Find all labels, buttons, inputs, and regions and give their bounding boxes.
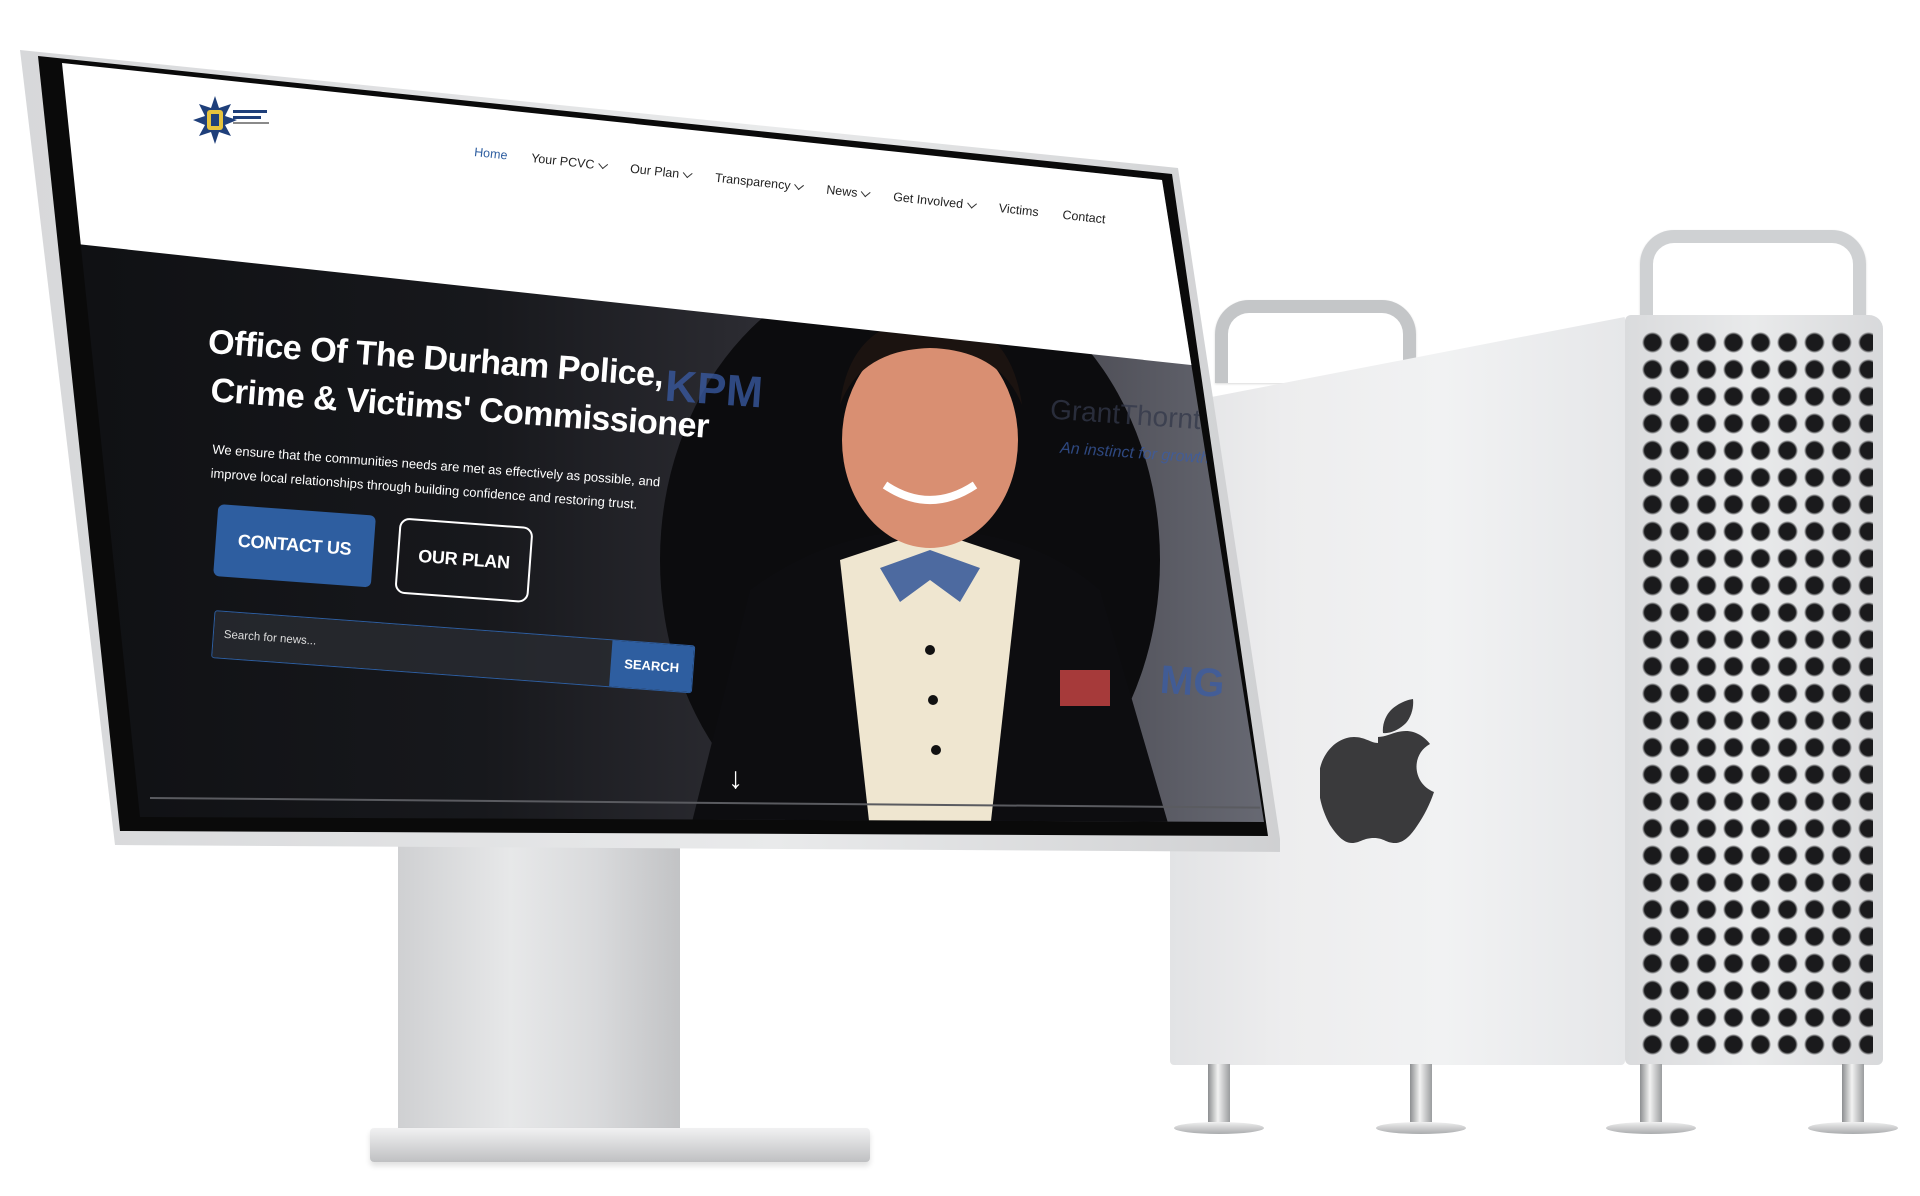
tower-foot bbox=[1376, 1064, 1466, 1134]
arrow-down-icon[interactable]: ↓ bbox=[728, 762, 743, 796]
contact-us-button[interactable]: CONTACT US bbox=[213, 503, 376, 588]
chevron-down-icon bbox=[966, 198, 977, 209]
hero-buttons: CONTACT US OUR PLAN bbox=[213, 503, 755, 619]
tower-foot bbox=[1606, 1064, 1696, 1134]
hero-content: Office Of The Durham Police, Crime & Vic… bbox=[185, 318, 768, 697]
tower-front-grille bbox=[1625, 315, 1883, 1065]
site-logo[interactable] bbox=[185, 92, 275, 160]
chevron-down-icon bbox=[598, 159, 608, 170]
monitor-stand-base bbox=[370, 1128, 870, 1162]
search-button[interactable]: SEARCH bbox=[609, 639, 695, 692]
monitor-stand bbox=[398, 820, 680, 1140]
backdrop-logo-kpmg-right: MG bbox=[1158, 657, 1226, 707]
chevron-down-icon bbox=[861, 187, 871, 198]
chevron-down-icon bbox=[794, 180, 805, 191]
hero-subtitle: We ensure that the communities needs are… bbox=[210, 441, 661, 512]
our-plan-button[interactable]: OUR PLAN bbox=[394, 517, 534, 603]
apple-logo-icon bbox=[1320, 699, 1434, 843]
tower-foot bbox=[1808, 1064, 1898, 1134]
chevron-down-icon bbox=[682, 168, 693, 179]
tower-foot bbox=[1174, 1064, 1264, 1134]
mac-pro-tower bbox=[1170, 225, 1910, 1150]
